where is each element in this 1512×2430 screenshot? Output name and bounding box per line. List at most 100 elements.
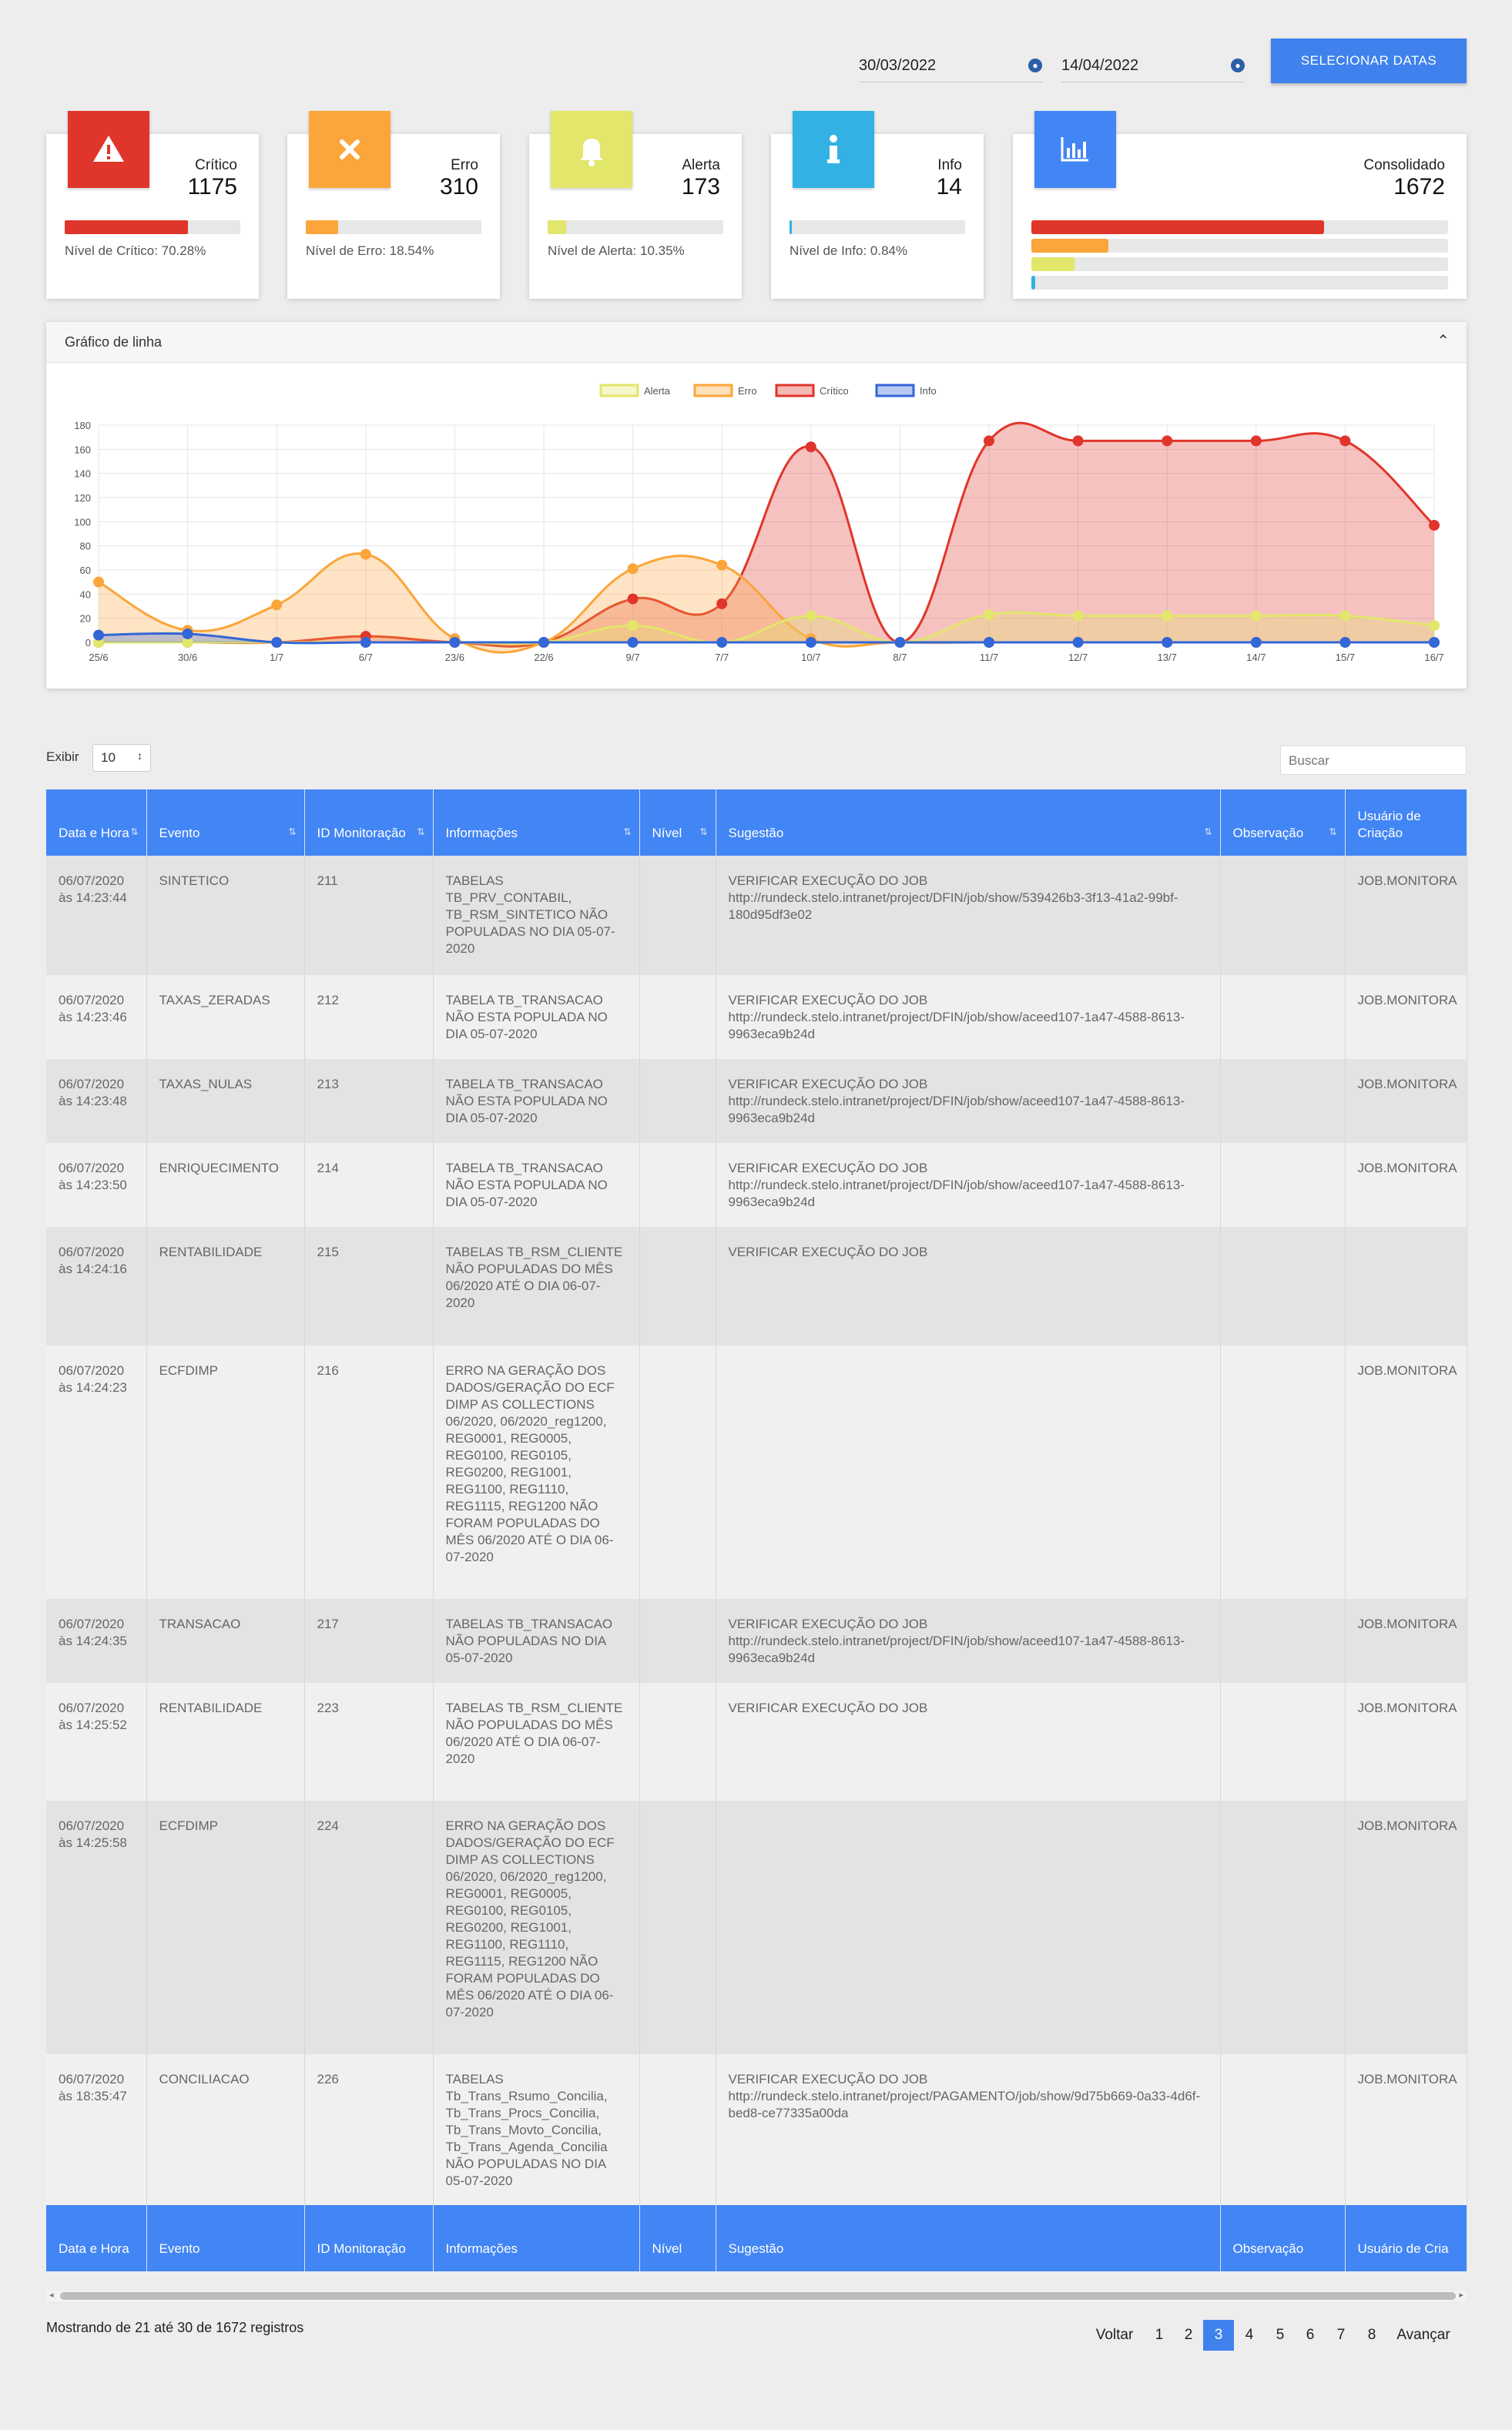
pagination-page-current[interactable]: 3 xyxy=(1203,2320,1234,2351)
cell-event: TAXAS_ZERADAS xyxy=(146,975,305,1059)
cell-date: 06/07/2020 às 18:35:47 xyxy=(46,2054,147,2205)
pagination-page[interactable]: 1 xyxy=(1145,2320,1173,2351)
cell-user: JOB.MONITORA xyxy=(1345,1683,1467,1801)
sort-icon[interactable]: ⇅ xyxy=(1204,823,1212,840)
cell-user: JOB.MONITORA xyxy=(1345,2054,1467,2205)
calendar-icon[interactable]: ● xyxy=(1028,59,1042,72)
table-row[interactable]: 06/07/2020 às 14:25:52 RENTABILIDADE 223… xyxy=(46,1683,1467,1801)
column-header[interactable]: Observação ⇅ xyxy=(1220,789,1346,856)
cell-info: TABELA TB_TRANSACAO NÃO ESTA POPULADA NO… xyxy=(433,1059,640,1143)
cell-info: TABELAS Tb_Trans_Rsumo_Concilia, Tb_Tran… xyxy=(433,2054,640,2205)
data-point xyxy=(716,637,728,648)
sort-icon[interactable]: ⇅ xyxy=(288,823,296,840)
chevron-up-icon[interactable]: ⌃ xyxy=(1437,331,1450,350)
cell-event: SINTETICO xyxy=(146,856,305,975)
column-label: Data e Hora xyxy=(59,826,129,840)
pagination-page[interactable]: 6 xyxy=(1296,2320,1324,2351)
sort-icon[interactable]: ⇅ xyxy=(623,823,631,840)
x-tick-label: 16/7 xyxy=(1424,652,1443,663)
start-date-value[interactable]: 30/03/2022 xyxy=(859,57,936,75)
table-row[interactable]: 06/07/2020 às 14:23:48 TAXAS_NULAS 213 T… xyxy=(46,1059,1467,1143)
table-row[interactable]: 06/07/2020 às 14:24:35 TRANSACAO 217 TAB… xyxy=(46,1599,1467,1683)
footer-label: Usuário de Cria xyxy=(1345,2205,1467,2271)
table-row[interactable]: 06/07/2020 às 14:23:50 ENRIQUECIMENTO 21… xyxy=(46,1143,1467,1227)
cell-suggestion: VERIFICAR EXECUÇÃO DO JOB http://rundeck… xyxy=(716,1599,1221,1683)
cell-user: JOB.MONITORA xyxy=(1345,1346,1467,1599)
data-point xyxy=(449,637,461,648)
cell-date: 06/07/2020 às 14:23:48 xyxy=(46,1059,147,1143)
column-header[interactable]: Informações ⇅ xyxy=(433,789,640,856)
card-level: Nível de Crítico: 70.28% xyxy=(65,243,206,258)
cell-suggestion: VERIFICAR EXECUÇÃO DO JOB http://rundeck… xyxy=(716,975,1221,1059)
sort-icon[interactable]: ⇅ xyxy=(1329,823,1336,840)
pagination-page[interactable]: 2 xyxy=(1175,2320,1202,2351)
column-header[interactable]: Sugestão ⇅ xyxy=(716,789,1221,856)
card-count: 173 xyxy=(681,174,720,199)
pagination-page[interactable]: 8 xyxy=(1358,2320,1386,2351)
card-count: 1175 xyxy=(187,174,237,199)
end-date-value[interactable]: 14/04/2022 xyxy=(1061,57,1138,75)
card-label: Crítico xyxy=(195,157,237,173)
cell-event: TAXAS_NULAS xyxy=(146,1059,305,1143)
table-row[interactable]: 06/07/2020 às 14:24:16 RENTABILIDADE 215… xyxy=(46,1227,1467,1346)
progress-fill xyxy=(1031,239,1109,253)
sort-icon[interactable]: ⇅ xyxy=(417,823,424,840)
cell-date: 06/07/2020 às 14:23:46 xyxy=(46,975,147,1059)
card-count: 310 xyxy=(439,174,478,199)
horizontal-scrollbar[interactable]: ◂ ▸ xyxy=(46,2291,1467,2301)
info-icon xyxy=(793,111,874,188)
x-icon xyxy=(309,111,391,188)
sort-icon[interactable]: ⇅ xyxy=(130,823,138,840)
start-date-field[interactable]: 30/03/2022 ● xyxy=(859,48,1042,82)
legend-label: Crítico xyxy=(820,385,849,397)
pagination-page[interactable]: 5 xyxy=(1266,2320,1294,2351)
table-row[interactable]: 06/07/2020 às 14:23:44 SINTETICO 211 TAB… xyxy=(46,856,1467,975)
legend-swatch xyxy=(875,384,915,397)
column-header[interactable]: Usuário de Criação xyxy=(1345,789,1467,856)
table-row[interactable]: 06/07/2020 às 14:23:46 TAXAS_ZERADAS 212… xyxy=(46,975,1467,1059)
sort-icon[interactable]: ⇅ xyxy=(699,823,707,840)
table-row[interactable]: 06/07/2020 às 14:25:58 ECFDIMP 224 ERRO … xyxy=(46,1801,1467,2054)
pagination-prev[interactable]: Voltar xyxy=(1088,2320,1142,2351)
table-info: Mostrando de 21 até 30 de 1672 registros xyxy=(46,2320,304,2335)
panel-header[interactable]: Gráfico de linha ⌃ xyxy=(46,322,1467,363)
x-tick-label: 15/7 xyxy=(1336,652,1355,663)
card-label: Consolidado xyxy=(1363,157,1445,173)
calendar-icon[interactable]: ● xyxy=(1231,59,1245,72)
consolidated-bar-info xyxy=(1031,276,1448,290)
select-dates-button[interactable]: SELECIONAR DATAS xyxy=(1271,39,1467,83)
pagination-page[interactable]: 4 xyxy=(1235,2320,1263,2351)
data-point xyxy=(1072,435,1084,447)
search-input[interactable]: Buscar xyxy=(1280,746,1467,775)
x-tick-label: 14/7 xyxy=(1246,652,1266,663)
page-length-select[interactable]: 10 ↕ xyxy=(92,744,151,772)
scroll-right-icon[interactable]: ▸ xyxy=(1459,2290,1463,2300)
column-header[interactable]: Data e Hora ⇅ xyxy=(46,789,147,856)
column-header[interactable]: ID Monitoração ⇅ xyxy=(304,789,434,856)
footer-label: Data e Hora xyxy=(46,2205,147,2271)
cell-date: 06/07/2020 às 14:23:44 xyxy=(46,856,147,975)
table-row[interactable]: 06/07/2020 às 18:35:47 CONCILIACAO 226 T… xyxy=(46,2054,1467,2205)
column-header[interactable]: Nível ⇅ xyxy=(639,789,716,856)
y-tick-label: 80 xyxy=(80,541,91,552)
scroll-left-icon[interactable]: ◂ xyxy=(49,2290,54,2300)
pagination-next[interactable]: Avançar xyxy=(1391,2320,1456,2351)
cell-event: RENTABILIDADE xyxy=(146,1683,305,1801)
cell-level xyxy=(639,1599,716,1683)
column-label: Observação xyxy=(1232,826,1304,840)
legend-label: Erro xyxy=(738,385,757,397)
table-row[interactable]: 06/07/2020 às 14:24:23 ECFDIMP 216 ERRO … xyxy=(46,1346,1467,1599)
legend-swatch xyxy=(775,384,815,397)
column-header[interactable]: Evento ⇅ xyxy=(146,789,305,856)
data-point xyxy=(1429,620,1440,632)
scrollbar-thumb[interactable] xyxy=(60,2292,1456,2300)
progress-fill xyxy=(548,220,566,234)
cell-level xyxy=(639,1683,716,1801)
pagination-page[interactable]: 7 xyxy=(1327,2320,1355,2351)
cell-info: ERRO NA GERAÇÃO DOS DADOS/GERAÇÃO DO ECF… xyxy=(433,1346,640,1599)
end-date-field[interactable]: 14/04/2022 ● xyxy=(1061,48,1245,82)
cell-date: 06/07/2020 às 14:25:58 xyxy=(46,1801,147,2054)
data-point xyxy=(805,610,816,622)
cell-level xyxy=(639,1801,716,2054)
column-label: Informações xyxy=(445,826,518,840)
